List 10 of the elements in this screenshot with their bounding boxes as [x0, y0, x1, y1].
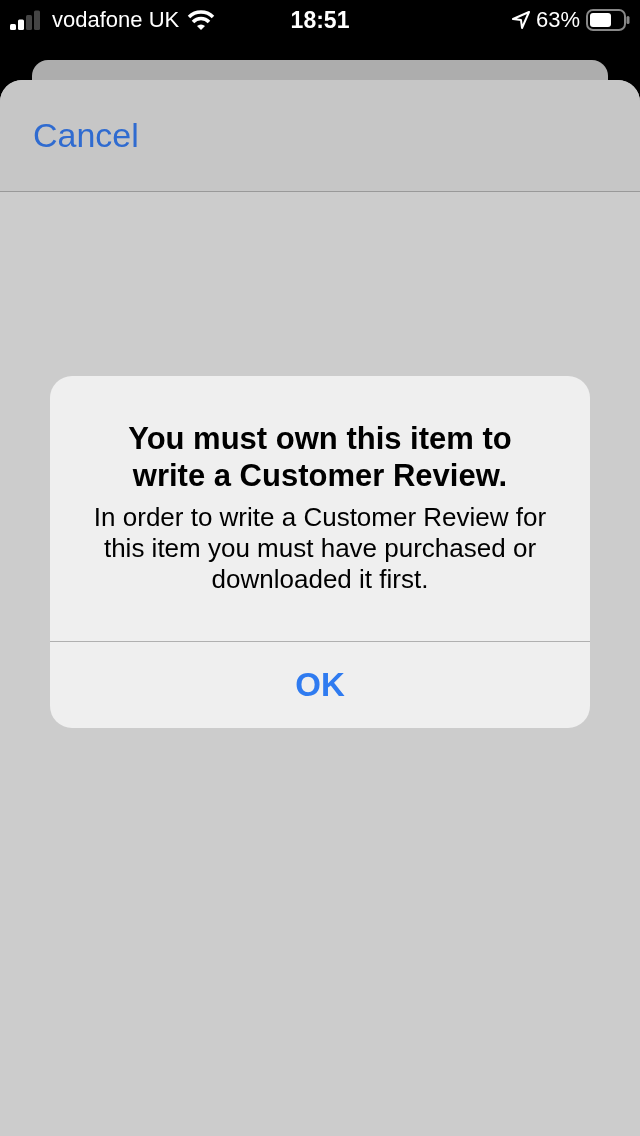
- battery-percentage: 63%: [535, 7, 580, 33]
- clock-time: 18:51: [290, 6, 350, 34]
- alert-message: In order to write a Customer Review for this item you must have purchased or downloaded it first.: [92, 502, 548, 595]
- ok-button[interactable]: OK: [50, 641, 590, 728]
- carrier-name: vodafone UK: [52, 7, 180, 33]
- cancel-link[interactable]: Cancel: [33, 116, 139, 155]
- wifi-icon: [187, 9, 216, 31]
- battery-icon: [586, 9, 630, 31]
- location-arrow-icon: [511, 11, 530, 29]
- alert-title: You must own this item to write a Customer Review.: [127, 420, 513, 494]
